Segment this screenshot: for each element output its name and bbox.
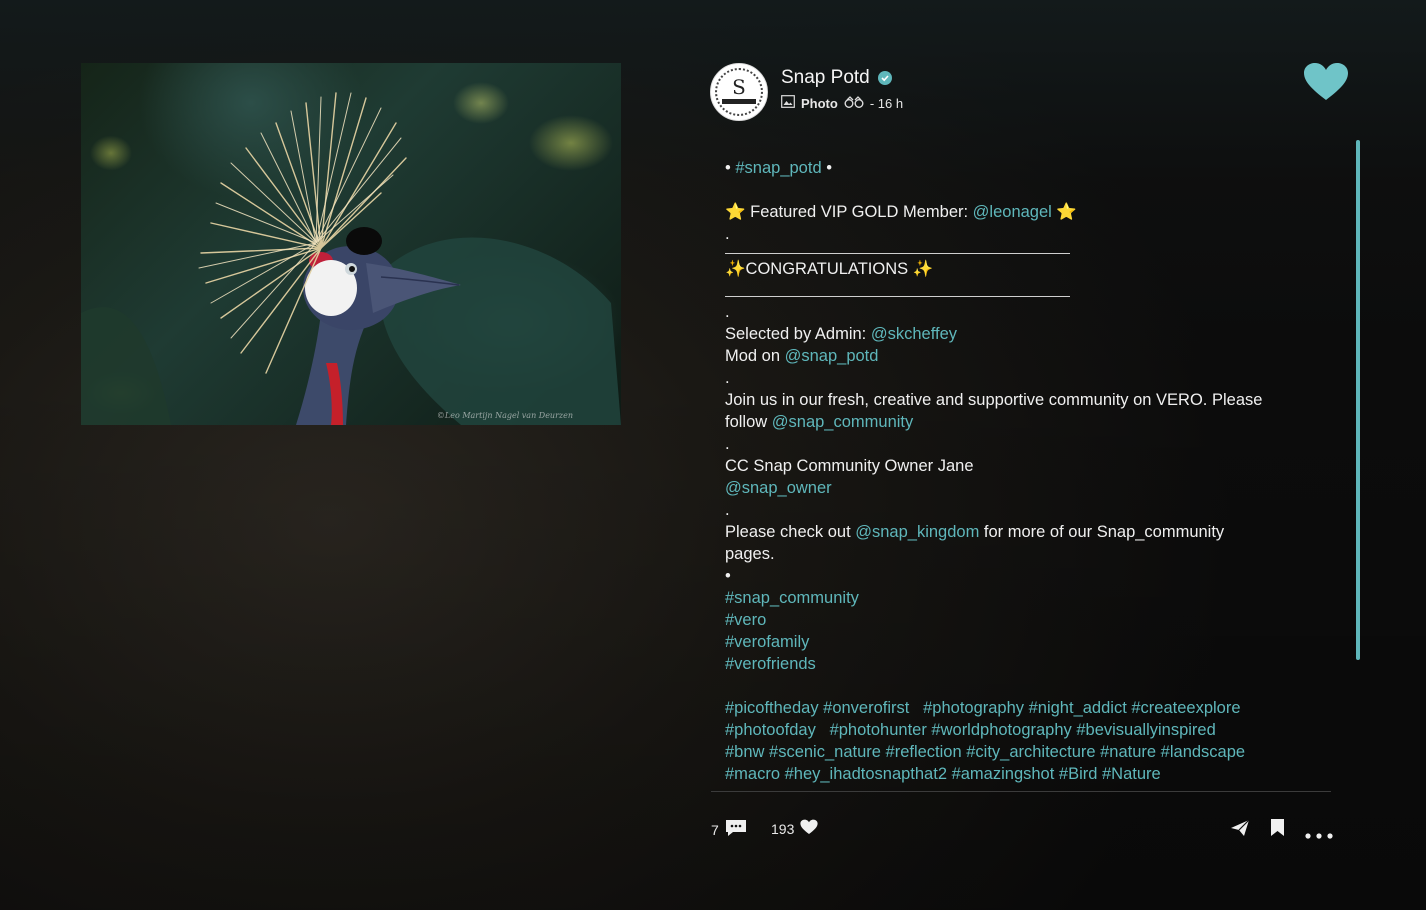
- caption-line: • #snap_potd •: [725, 157, 1325, 179]
- post-type: Photo: [801, 95, 838, 111]
- hashtag-link[interactable]: #verofamily: [725, 631, 1325, 653]
- comment-icon: [725, 819, 747, 840]
- mod-text: Mod on: [725, 347, 785, 365]
- congrats-line: ✨CONGRATULATIONS ✨: [725, 260, 934, 278]
- likes-button[interactable]: 193: [771, 819, 818, 838]
- owner-line: CC Snap Community Owner Jane: [725, 457, 974, 475]
- verified-icon: [877, 71, 892, 85]
- dot-line: .: [725, 303, 730, 321]
- caption-line: Mod on @snap_potd: [725, 345, 1325, 367]
- caption-line: Selected by Admin: @skcheffey: [725, 323, 1325, 345]
- admin-text: Selected by Admin:: [725, 325, 871, 343]
- comments-button[interactable]: 7: [711, 819, 747, 840]
- caption-line: follow @snap_community: [725, 411, 1325, 433]
- hashtag-link[interactable]: #vero: [725, 609, 1325, 631]
- hashtags-line[interactable]: #photoofday #photohunter #worldphotograp…: [725, 719, 1325, 741]
- mention-link[interactable]: @leonagel: [973, 203, 1052, 221]
- mention-link[interactable]: @snap_community: [772, 413, 913, 431]
- author-row: Snap Potd: [781, 67, 892, 89]
- likes-count: 193: [771, 820, 795, 837]
- caption-scrollbar[interactable]: [1356, 140, 1360, 660]
- hashtags-line[interactable]: #bnw #scenic_nature #reflection #city_ar…: [725, 741, 1325, 763]
- divider-rule: [725, 253, 1070, 254]
- join-line: Join us in our fresh, creative and suppo…: [725, 391, 1263, 409]
- author-name[interactable]: Snap Potd: [781, 67, 870, 89]
- hashtag-link[interactable]: #snap_potd: [735, 159, 821, 177]
- check-text: for more of our Snap_community: [979, 523, 1225, 541]
- bookmark-icon[interactable]: [1270, 818, 1285, 842]
- dot-line: .: [725, 501, 730, 519]
- hashtag-link[interactable]: #snap_community: [725, 587, 1325, 609]
- heart-icon[interactable]: [1303, 62, 1349, 107]
- comments-count: 7: [711, 821, 719, 838]
- post-caption: • #snap_potd • ⭐ Featured VIP GOLD Membe…: [725, 157, 1325, 790]
- hashtag-link[interactable]: #verofriends: [725, 653, 1325, 675]
- mention-link[interactable]: @snap_kingdom: [855, 523, 979, 541]
- caption-line: ⭐ Featured VIP GOLD Member: @leonagel ⭐: [725, 201, 1325, 223]
- hashtags-line[interactable]: #macro #hey_ihadtosnapthat2 #amazingshot…: [725, 763, 1325, 785]
- divider-rule: [725, 296, 1070, 297]
- check-text: Please check out: [725, 523, 856, 541]
- caption-line: Please check out @snap_kingdom for more …: [725, 521, 1325, 543]
- post-photo[interactable]: ©Leo Martijn Nagel van Deurzen: [81, 63, 621, 425]
- footer-divider: [711, 791, 1331, 792]
- crowned-crane-image: [81, 92, 621, 425]
- post-time: - 16 h: [869, 95, 904, 111]
- mention-link[interactable]: @snap_owner: [725, 477, 1325, 499]
- bullet-text: •: [821, 159, 832, 177]
- avatar[interactable]: S: [710, 63, 768, 121]
- pages-line: pages.: [725, 545, 775, 563]
- dot-line: .: [725, 435, 730, 453]
- photo-icon: [781, 95, 795, 111]
- dot-line: .: [725, 369, 730, 387]
- binoculars-icon: [844, 95, 864, 111]
- dot-line: .: [725, 225, 730, 243]
- photo-watermark: ©Leo Martijn Nagel van Deurzen: [436, 411, 573, 420]
- star-text: ⭐: [1051, 203, 1077, 221]
- like-icon: [800, 819, 818, 838]
- more-icon[interactable]: [1305, 826, 1333, 844]
- featured-text: ⭐ Featured VIP GOLD Member:: [725, 203, 973, 221]
- share-icon[interactable]: [1230, 818, 1250, 843]
- post-meta: Photo - 16 h: [781, 95, 903, 111]
- bullet-line: •: [725, 567, 731, 585]
- mention-link[interactable]: @skcheffey: [871, 325, 957, 343]
- bullet-text: •: [725, 159, 736, 177]
- mention-link[interactable]: @snap_potd: [785, 347, 879, 365]
- avatar-ring: [715, 68, 763, 116]
- follow-text: follow: [725, 413, 772, 431]
- hashtags-line[interactable]: #picoftheday #onverofirst #photography #…: [725, 697, 1325, 719]
